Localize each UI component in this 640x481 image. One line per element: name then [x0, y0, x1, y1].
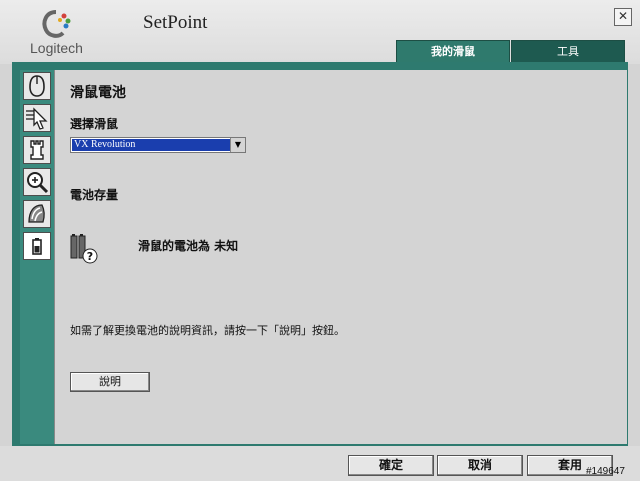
mouse-select-label: 選擇滑鼠: [70, 117, 119, 131]
mouse-select[interactable]: VX Revolution ▼: [70, 137, 246, 153]
battery-icon: [32, 238, 42, 255]
pointer-speed-icon: [26, 107, 48, 130]
help-info-text: 如需了解更換電池的說明資訊，請按一下「說明」按鈕。: [70, 324, 345, 337]
chevron-down-icon[interactable]: ▼: [230, 138, 245, 152]
sidebar-item-mouse[interactable]: [23, 72, 51, 100]
tab-tools[interactable]: 工具: [511, 40, 625, 63]
chess-rook-icon: [30, 140, 44, 160]
battery-level-heading: 電池存量: [70, 188, 119, 202]
zoom-icon: [27, 172, 49, 194]
page-title: 滑鼠電池: [70, 85, 126, 101]
svg-text:?: ?: [87, 250, 93, 263]
cancel-button[interactable]: 取消: [437, 455, 523, 476]
scroll-wheel-icon: [28, 204, 45, 223]
battery-unknown-icon: ?: [70, 234, 98, 264]
sidebar-item-zoom[interactable]: [23, 168, 51, 196]
close-button[interactable]: ✕: [614, 8, 632, 26]
ok-button[interactable]: 確定: [348, 455, 434, 476]
tab-my-mouse[interactable]: 我的滑鼠: [396, 40, 510, 63]
help-button[interactable]: 說明: [70, 372, 150, 392]
watermark: #149647: [586, 466, 625, 477]
sidebar-item-pointer[interactable]: [23, 104, 51, 132]
mouse-icon: [29, 75, 45, 97]
battery-status: 滑鼠的電池為 未知: [138, 239, 239, 253]
sidebar-item-game[interactable]: [23, 136, 51, 164]
sidebar-item-scroll[interactable]: [23, 200, 51, 228]
logitech-logo-icon: [42, 10, 71, 38]
app-title: SetPoint: [143, 12, 208, 33]
sidebar-item-battery[interactable]: [23, 232, 51, 260]
brand-name: Logitech: [30, 40, 83, 56]
mouse-select-value: VX Revolution: [72, 139, 232, 151]
